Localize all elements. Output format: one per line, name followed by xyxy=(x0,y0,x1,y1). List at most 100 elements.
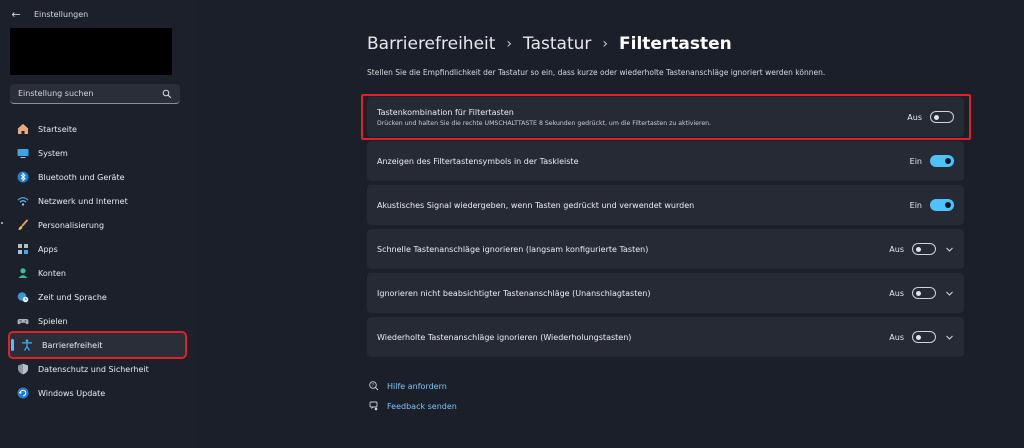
toggle-switch[interactable] xyxy=(930,155,954,167)
chevron-down-icon[interactable] xyxy=(944,244,954,254)
setting-text: Anzeigen des Filtertastensymbols in der … xyxy=(377,157,910,166)
sidebar-item-spielen[interactable]: Spielen xyxy=(10,309,185,333)
help-link[interactable]: ? Hilfe anfordern xyxy=(369,376,457,396)
search-icon[interactable] xyxy=(162,89,172,99)
sidebar-item-label: Netzwerk und Internet xyxy=(38,196,128,206)
setting-bounce-keys[interactable]: Ignorieren nicht beabsichtigter Tastenan… xyxy=(367,273,964,313)
toggle-state-label: Ein xyxy=(909,200,922,210)
apps-icon xyxy=(17,243,29,255)
page-title: Filtertasten xyxy=(619,34,732,54)
sidebar-item-label: Zeit und Sprache xyxy=(38,292,107,302)
sidebar-item-label: Spielen xyxy=(38,316,68,326)
toggle-switch[interactable] xyxy=(930,111,954,123)
setting-shortcut-filterkeys: Tastenkombination für Filtertasten Drück… xyxy=(367,97,964,137)
setting-show-taskbar-icon: Anzeigen des Filtertastensymbols in der … xyxy=(367,141,964,181)
sidebar-item-zeit-sprache[interactable]: Zeit und Sprache xyxy=(10,285,185,309)
sidebar-item-label: Personalisierung xyxy=(38,220,105,230)
help-icon: ? xyxy=(369,381,379,391)
toggle-state-label: Ein xyxy=(909,156,922,166)
settings-window: ← Einstellungen Startseite Syste xyxy=(0,0,1024,448)
setting-title: Anzeigen des Filtertastensymbols in der … xyxy=(377,156,579,166)
toggle-switch[interactable] xyxy=(930,199,954,211)
bluetooth-icon xyxy=(17,171,29,183)
gamepad-icon xyxy=(17,315,29,327)
sidebar-item-label: Apps xyxy=(38,244,58,254)
sidebar: ← Einstellungen Startseite Syste xyxy=(0,0,195,448)
person-icon xyxy=(17,267,29,279)
title-bar: ← Einstellungen xyxy=(10,8,88,21)
brush-icon xyxy=(17,219,29,231)
home-icon xyxy=(17,123,29,135)
user-profile-redacted xyxy=(10,28,172,75)
sidebar-item-barrierefreiheit[interactable]: Barrierefreiheit xyxy=(8,331,187,359)
toggle-state-label: Aus xyxy=(889,288,904,298)
toggle-switch[interactable] xyxy=(912,243,936,255)
toggle-state-label: Aus xyxy=(889,332,904,342)
sidebar-item-label: Startseite xyxy=(38,124,77,134)
update-icon xyxy=(17,387,29,399)
setting-text: Wiederholte Tastenanschläge ignorieren (… xyxy=(377,333,889,342)
breadcrumb-separator-icon: › xyxy=(506,36,513,52)
chevron-down-icon[interactable] xyxy=(944,288,954,298)
toggle-state-label: Aus xyxy=(889,244,904,254)
back-arrow-icon[interactable]: ← xyxy=(10,8,22,21)
setting-control: Aus xyxy=(889,331,954,343)
sidebar-item-apps[interactable]: Apps xyxy=(10,237,185,261)
setting-control: Aus xyxy=(889,243,954,255)
breadcrumb-separator-icon: › xyxy=(602,36,608,52)
sidebar-item-datenschutz[interactable]: Datenschutz und Sicherheit xyxy=(10,357,185,381)
toggle-switch[interactable] xyxy=(912,287,936,299)
setting-text: Ignorieren nicht beabsichtigter Tastenan… xyxy=(377,289,889,298)
sidebar-item-system[interactable]: System xyxy=(10,141,185,165)
setting-control: Ein xyxy=(910,155,954,167)
setting-title: Wiederholte Tastenanschläge ignorieren (… xyxy=(377,332,632,342)
breadcrumb-barrierefreiheit[interactable]: Barrierefreiheit xyxy=(367,34,495,54)
setting-control: Aus xyxy=(889,287,954,299)
monitor-icon xyxy=(17,147,29,159)
sidebar-item-windows-update[interactable]: Windows Update xyxy=(10,381,185,405)
setting-title: Tastenkombination für Filtertasten xyxy=(377,107,514,117)
feedback-link-label[interactable]: Feedback senden xyxy=(387,402,457,411)
sidebar-item-startseite[interactable]: Startseite xyxy=(10,117,185,141)
accessibility-icon xyxy=(21,339,33,351)
setting-control: Ein xyxy=(910,199,954,211)
setting-title: Akustisches Signal wiedergeben, wenn Tas… xyxy=(377,200,695,210)
wifi-icon xyxy=(17,195,29,207)
help-links: ? Hilfe anfordern Feedback senden xyxy=(369,376,457,416)
sidebar-item-label: Barrierefreiheit xyxy=(42,340,103,350)
feedback-icon xyxy=(369,401,379,411)
sidebar-item-netzwerk[interactable]: Netzwerk und Internet xyxy=(10,189,185,213)
setting-title: Schnelle Tastenanschläge ignorieren (lan… xyxy=(377,244,649,254)
sidebar-item-label: System xyxy=(38,148,68,158)
sidebar-item-personalisierung[interactable]: Personalisierung xyxy=(10,213,185,237)
chevron-down-icon[interactable] xyxy=(944,332,954,342)
sidebar-item-bluetooth[interactable]: Bluetooth und Geräte xyxy=(10,165,185,189)
setting-repeat-keys[interactable]: Wiederholte Tastenanschläge ignorieren (… xyxy=(367,317,964,357)
toggle-state-label: Aus xyxy=(907,112,922,122)
globe-clock-icon xyxy=(17,291,29,303)
help-link-label[interactable]: Hilfe anfordern xyxy=(387,382,447,391)
search-input[interactable] xyxy=(18,89,148,98)
setting-slow-keys[interactable]: Schnelle Tastenanschläge ignorieren (lan… xyxy=(367,229,964,269)
breadcrumb-tastatur[interactable]: Tastatur xyxy=(523,34,591,54)
toggle-switch[interactable] xyxy=(912,331,936,343)
sidebar-item-label: Bluetooth und Geräte xyxy=(38,172,125,182)
feedback-link[interactable]: Feedback senden xyxy=(369,396,457,416)
setting-acoustic-signal: Akustisches Signal wiedergeben, wenn Tas… xyxy=(367,185,964,225)
window-title: Einstellungen xyxy=(34,10,89,19)
shield-icon xyxy=(17,363,29,375)
main-content: Barrierefreiheit › Tastatur › Filtertast… xyxy=(361,0,971,448)
sidebar-item-konten[interactable]: Konten xyxy=(10,261,185,285)
breadcrumb: Barrierefreiheit › Tastatur › Filtertast… xyxy=(367,34,732,54)
setting-control: Aus xyxy=(907,111,954,123)
setting-text: Schnelle Tastenanschläge ignorieren (lan… xyxy=(377,245,889,254)
setting-title: Ignorieren nicht beabsichtigter Tastenan… xyxy=(377,288,651,298)
setting-text: Tastenkombination für Filtertasten Drück… xyxy=(377,108,907,127)
search-box[interactable] xyxy=(10,84,180,104)
setting-subtitle: Drücken und halten Sie die rechte UMSCHA… xyxy=(377,119,712,127)
page-description: Stellen Sie die Empfindlichkeit der Tast… xyxy=(367,68,826,77)
sidebar-item-label: Datenschutz und Sicherheit xyxy=(38,364,149,374)
sidebar-item-label: Konten xyxy=(38,268,66,278)
sidebar-nav: Startseite System Bluetooth und Geräte N… xyxy=(8,117,187,405)
setting-text: Akustisches Signal wiedergeben, wenn Tas… xyxy=(377,201,910,210)
